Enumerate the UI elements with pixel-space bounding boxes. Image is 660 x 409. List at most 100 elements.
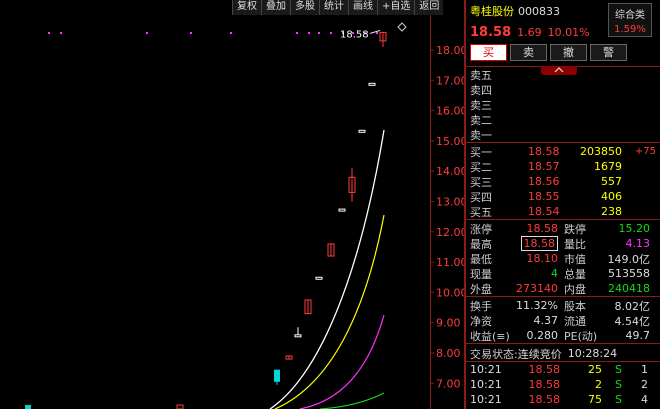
status-time: 10:28:24 [567,347,618,360]
marker-dot [146,32,148,34]
quote-stats: 涨停 18.58 跌停 15.20 最高 18.58 量比 4.13 最低 18… [466,219,660,296]
ask-row: 卖一 [466,127,660,142]
bid-volume: 238 [601,205,622,218]
tick-count: 2 [641,378,648,391]
chevron-up-icon [554,67,564,73]
high-value-wrap: 18.58 [500,236,558,251]
tick-price: 18.58 [528,363,561,376]
fuquan-button[interactable]: 复权 [232,0,261,15]
statistics-button[interactable]: 统计 [319,0,348,15]
inner-value: 240418 [608,282,650,295]
bid-price: 18.54 [528,205,560,218]
chart-toolbar: 复权 叠加 多股 统计 画线 +自选 返回 [232,0,444,15]
kline-chart[interactable]: 18.00 17.00 16.00 15.00 14.00 13.00 12.00 11.00… [0,15,464,409]
pe-value: 49.7 [625,329,651,342]
trade-buttons: 买 卖 撤 警 [466,42,660,64]
bid-volume: 203850 [580,145,622,158]
outer-value: 273140 [516,282,558,295]
tick-flag: S [615,363,622,376]
stock-code: 000833 [518,4,560,18]
buy-button[interactable]: 买 [470,44,507,61]
bid-row[interactable]: 买二 18.57 1679 [466,159,660,174]
bid-label: 买四 [470,190,492,204]
bid-label: 买五 [470,205,492,219]
turnover-label: 换手 [470,299,492,313]
stock-name: 粤桂股份 [470,5,514,18]
tick-volume: 25 [588,363,602,376]
last-volume-value: 4 [551,267,558,280]
stat-row: 最高 18.58 量比 4.13 [466,236,660,251]
float-label: 流通 [564,314,586,328]
marker-dot [230,32,232,34]
trade-status: 交易状态: 连续竞价 10:28:24 [466,343,660,361]
ma60-line [319,392,385,409]
inner-label: 内盘 [564,282,586,296]
price-tick-label: 13.00 [436,196,464,209]
candle-body [176,404,184,409]
bid-label: 买二 [470,160,492,174]
pe-label: PE(动) [564,329,598,343]
bid-volume: 557 [601,175,622,188]
bid-row[interactable]: 买四 18.55 406 [466,189,660,204]
bid-row[interactable]: 买一 18.58 203850 +75 [466,144,660,159]
share-capital-label: 股本 [564,299,586,313]
limit-up-value: 18.58 [526,222,559,235]
bid-price: 18.56 [528,175,560,188]
draw-line-button[interactable]: 画线 [348,0,377,15]
collapse-handle[interactable] [541,66,577,75]
price-tick-label: 11.00 [436,256,464,269]
tick-list[interactable]: 10:21 18.58 25 S 1 10:21 18.58 2 S 2 10:… [466,361,660,407]
sell-button[interactable]: 卖 [510,44,547,61]
bid-volume: 406 [601,190,622,203]
tick-row: 10:21 18.58 75 S 4 [466,392,660,407]
ask-label: 卖一 [470,128,492,142]
tick-volume: 2 [595,378,602,391]
tick-price: 18.58 [528,378,561,391]
stat-row: 涨停 18.58 跌停 15.20 [466,221,660,236]
overlay-button[interactable]: 叠加 [261,0,290,15]
sector-change: 1.59% [614,24,646,35]
marker-dot [330,32,332,34]
stat-row: 收益(≡) 0.280 PE(动) 49.7 [466,328,660,343]
price-tick-label: 15.00 [436,135,464,148]
ask-label: 卖五 [470,68,492,82]
candle-body [315,276,323,280]
ask-row: 卖二 [466,112,660,127]
tick-time: 10:21 [470,363,502,376]
bid-row[interactable]: 买五 18.54 238 [466,204,660,219]
bid-label: 买三 [470,175,492,189]
price-tick-label: 10.00 [436,286,464,299]
marker-dot [190,32,192,34]
sector-badge[interactable]: 综合类 1.59% [608,3,652,37]
ask-row: 卖四 [466,82,660,97]
status-label: 交易状态: [470,347,518,361]
alert-button[interactable]: 警 [590,44,627,61]
stat-row: 换手 11.32% 股本 8.02亿 [466,298,660,313]
marker-dot [376,32,378,34]
stat-row: 外盘 273140 内盘 240418 [466,281,660,296]
market-cap-value: 149.0亿 [607,252,651,266]
marker-dot [60,32,62,34]
add-watchlist-button[interactable]: +自选 [377,0,415,15]
diamond-icon [397,22,407,32]
tick-flag: S [615,393,622,406]
ask-label: 卖四 [470,83,492,97]
tick-count: 1 [641,363,648,376]
candle-body [274,369,280,382]
marker-dot [48,32,50,34]
tick-volume: 75 [588,393,602,406]
price-tick-label: 9.00 [436,317,461,330]
back-button[interactable]: 返回 [414,0,444,15]
tick-price: 18.58 [528,393,561,406]
candle-body [25,405,31,409]
ask-book: 卖五 卖四 卖三 卖二 卖一 [466,66,660,142]
bid-row[interactable]: 买三 18.56 557 [466,174,660,189]
bid-price: 18.55 [528,190,560,203]
cancel-order-button[interactable]: 撤 [550,44,587,61]
tick-row: 10:21 18.58 2 S 2 [466,377,660,392]
turnover-value: 11.32% [516,299,558,312]
price-tick-label: 14.00 [436,165,464,178]
price-axis-line [430,15,431,409]
stat-row: 现量 4 总量 513558 [466,266,660,281]
multi-stock-button[interactable]: 多股 [290,0,319,15]
